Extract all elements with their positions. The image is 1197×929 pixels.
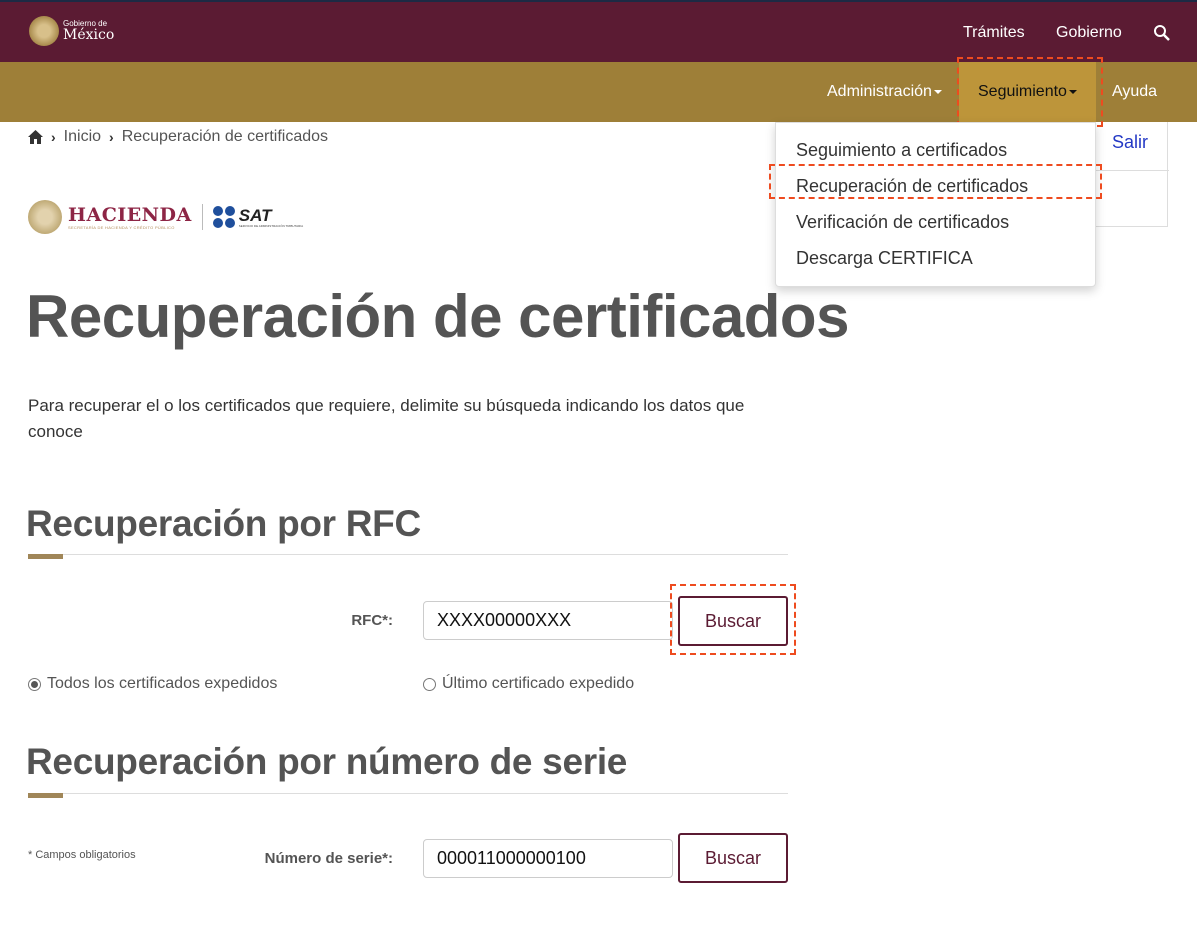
sat-dots-icon (212, 206, 235, 228)
breadcrumb-inicio[interactable]: Inicio (64, 128, 101, 146)
menu-item-verificacion[interactable]: Verificación de certificados (776, 209, 1095, 245)
sat-subtext: SERVICIO DE ADMINISTRACIÓN TRIBUTARIA (238, 223, 304, 228)
coat-of-arms-icon (29, 16, 59, 46)
divider (28, 793, 788, 794)
nav-label: Seguimiento (978, 83, 1067, 100)
sat-text: SAT (238, 205, 272, 225)
chevron-right-icon: › (109, 129, 114, 145)
radio-unselected-icon (423, 677, 436, 691)
menu-item-recuperacion[interactable]: Recuperación de certificados (776, 173, 1095, 209)
nav-label: Administración (827, 83, 932, 100)
nav-administracion[interactable]: Administración (827, 62, 942, 122)
intro-text: Para recuperar el o los certificados que… (28, 396, 745, 441)
serie-heading: Recuperación por número de serie (26, 741, 628, 782)
nav-ayuda[interactable]: Ayuda (1112, 62, 1157, 122)
heading-accent (28, 554, 63, 559)
rfc-input[interactable] (423, 601, 673, 640)
radio-last-certificate[interactable]: Último certificado expedido (423, 675, 634, 693)
search-icon[interactable] (1153, 24, 1171, 42)
logo-big-text: México (63, 27, 115, 43)
hacienda-subtext: SECRETARÍA DE HACIENDA Y CRÉDITO PÚBLICO (68, 224, 175, 230)
side-panel: Salir (1090, 122, 1169, 227)
heading-accent (28, 793, 63, 798)
required-note: * Campos obligatorios (28, 849, 136, 861)
radio-label: Último certificado expedido (442, 675, 635, 692)
hacienda-text: HACIENDA (68, 203, 192, 226)
radio-all-certificates[interactable]: Todos los certificados expedidos (28, 675, 277, 693)
rfc-label: RFC*: (351, 612, 393, 629)
divider (1091, 170, 1169, 171)
nav-gobierno[interactable]: Gobierno (1056, 24, 1122, 42)
rfc-heading: Recuperación por RFC (26, 503, 421, 544)
divider (201, 204, 203, 230)
salir-link[interactable]: Salir (1112, 132, 1148, 153)
radio-label: Todos los certificados expedidos (47, 675, 278, 692)
rfc-search-button[interactable]: Buscar (678, 596, 788, 646)
menu-item-seguimiento[interactable]: Seguimiento a certificados (776, 137, 1095, 173)
hacienda-seal-icon (28, 200, 62, 234)
page-title: Recuperación de certificados (26, 283, 849, 350)
breadcrumb: › Inicio › Recuperación de certificados (28, 128, 328, 146)
seguimiento-dropdown: Seguimiento a certificados Recuperación … (775, 122, 1096, 287)
chevron-right-icon: › (51, 129, 56, 145)
sub-nav: Administración Seguimiento Ayuda (0, 62, 1197, 122)
caret-down-icon (1068, 89, 1077, 94)
main-header: Gobierno de México Trámites Gobierno (0, 2, 1197, 62)
breadcrumb-current: Recuperación de certificados (121, 128, 329, 145)
menu-item-descarga[interactable]: Descarga CERTIFICA (776, 245, 1095, 281)
divider (28, 554, 788, 555)
serie-label: Número de serie*: (264, 850, 393, 867)
radio-selected-icon (28, 677, 41, 691)
nav-seguimiento[interactable]: Seguimiento (959, 62, 1096, 122)
serie-search-button[interactable]: Buscar (678, 833, 788, 883)
home-icon[interactable] (28, 130, 43, 144)
hacienda-sat-logo: HACIENDA SECRETARÍA DE HACIENDA Y CRÉDITO… (28, 200, 303, 234)
gobierno-logo[interactable]: Gobierno de México (29, 16, 114, 46)
serie-input[interactable] (423, 839, 673, 878)
nav-tramites[interactable]: Trámites (963, 24, 1025, 42)
caret-down-icon (933, 89, 942, 94)
